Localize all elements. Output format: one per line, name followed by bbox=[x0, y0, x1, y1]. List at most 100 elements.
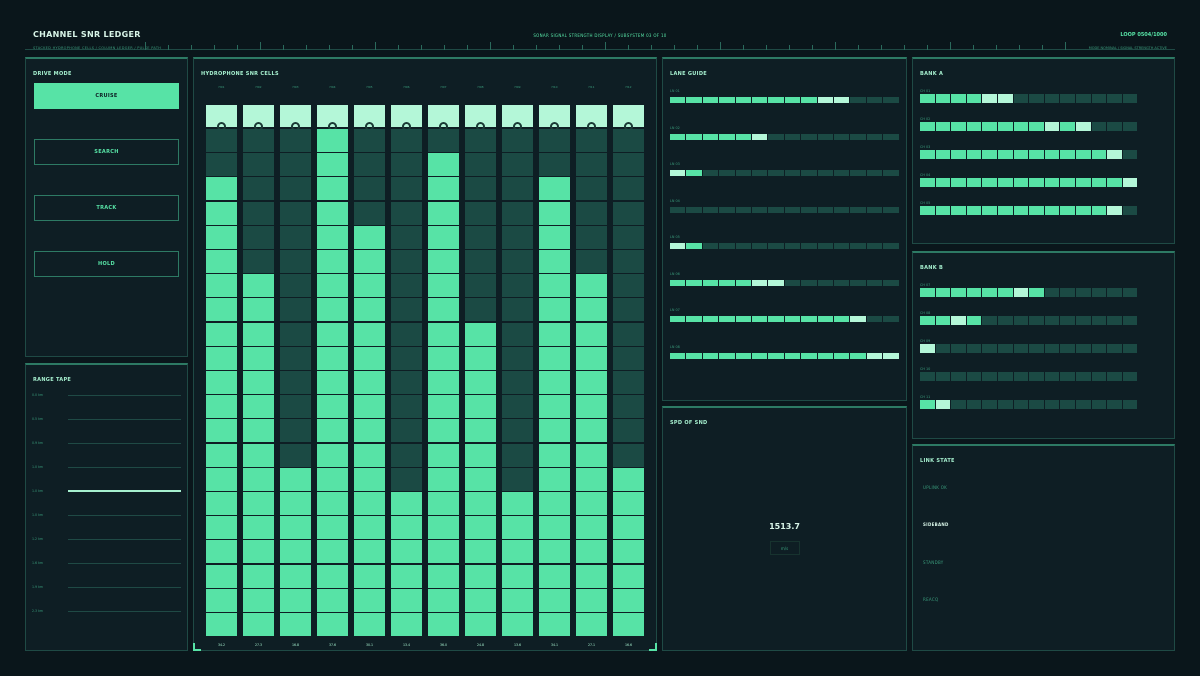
snr-cell bbox=[613, 419, 644, 443]
snr-cell bbox=[465, 322, 496, 346]
bank-segment bbox=[1044, 94, 1060, 103]
lane-segment bbox=[768, 279, 784, 286]
snr-cell bbox=[428, 467, 459, 491]
snr-cell bbox=[280, 153, 311, 177]
snr-cell bbox=[206, 492, 237, 515]
range-tape-line bbox=[68, 515, 181, 516]
lane-segment bbox=[752, 97, 768, 103]
lane-segment bbox=[850, 316, 866, 322]
lane-segment bbox=[801, 133, 817, 140]
bank-segment bbox=[1122, 206, 1138, 215]
bank-segment bbox=[935, 150, 951, 159]
range-tape-line bbox=[68, 611, 181, 612]
bank-segment bbox=[951, 344, 966, 353]
snr-cell bbox=[317, 346, 348, 370]
bank-segment bbox=[951, 178, 966, 187]
bank-segment bbox=[998, 400, 1013, 409]
bank-segment bbox=[982, 372, 997, 381]
link-item-reacq[interactable]: REACQ bbox=[923, 597, 938, 602]
mode-button-track[interactable]: TRACK bbox=[34, 195, 179, 221]
snr-cell bbox=[465, 516, 496, 540]
snr-cell bbox=[206, 129, 237, 152]
snr-cell bbox=[576, 129, 607, 152]
snr-cell bbox=[502, 540, 533, 564]
snr-cell bbox=[317, 371, 348, 394]
snr-cell bbox=[206, 443, 237, 467]
bank-segment bbox=[1029, 150, 1044, 159]
bank-segment bbox=[998, 344, 1013, 353]
link-item-standby[interactable]: STANDBY bbox=[923, 560, 944, 565]
snr-cell bbox=[280, 443, 311, 467]
bank-segment bbox=[1091, 122, 1107, 131]
snr-cell bbox=[428, 153, 459, 177]
ruler-tick bbox=[950, 42, 951, 50]
link-item-sideband[interactable]: SIDEBAND bbox=[923, 522, 949, 527]
link-item-uplink[interactable]: UPLINK OK bbox=[923, 485, 947, 490]
snr-cell bbox=[576, 492, 607, 515]
snr-cell bbox=[502, 588, 533, 612]
snr-cell bbox=[206, 540, 237, 564]
frame-corner bbox=[649, 643, 657, 651]
bank-row-label: CH 03 bbox=[920, 145, 931, 149]
bank-segment bbox=[966, 400, 982, 409]
bank-segment bbox=[1013, 150, 1029, 159]
snr-cell bbox=[391, 419, 422, 443]
snr-cell bbox=[502, 419, 533, 443]
snr-cell bbox=[428, 346, 459, 370]
panel-label: HYDROPHONE SNR CELLS bbox=[201, 71, 279, 77]
range-tape-panel: RANGE TAPE 0.0 km 0.5 km 0.9 km 1.0 km 1.0 k… bbox=[25, 363, 188, 651]
lane-segment bbox=[735, 133, 751, 140]
snr-cell bbox=[576, 298, 607, 322]
snr-cell bbox=[428, 298, 459, 322]
range-tape-line bbox=[68, 467, 181, 468]
snr-cell bbox=[280, 201, 311, 225]
ruler-tick bbox=[260, 42, 261, 50]
snr-cell bbox=[391, 322, 422, 346]
bank-segment bbox=[1107, 206, 1122, 215]
bank-segment bbox=[1060, 316, 1075, 325]
mode-button-cruise[interactable]: CRUISE bbox=[34, 83, 179, 109]
snr-cell bbox=[206, 250, 237, 273]
mode-button-hold[interactable]: HOLD bbox=[34, 251, 179, 277]
drive-mode-panel: DRIVE MODE CRUISE SEARCH TRACK HOLD bbox=[25, 57, 188, 357]
snr-cell bbox=[465, 492, 496, 515]
range-tape-label: 1.0 km bbox=[32, 513, 44, 517]
ruler-tick bbox=[191, 45, 192, 50]
range-tape-row: 1.6 km bbox=[32, 561, 182, 565]
snr-cell bbox=[317, 177, 348, 201]
panel-label: LANE GUIDE bbox=[670, 71, 707, 77]
bank-b-panel: BANK B CH 07 CH 08 CH 09 CH 10 CH 11 bbox=[912, 251, 1175, 439]
ruler-tick bbox=[421, 45, 422, 50]
lane-segment bbox=[883, 243, 899, 249]
lane-segment bbox=[883, 170, 899, 176]
snr-cell bbox=[539, 129, 570, 152]
snr-column-value: 30.1 bbox=[365, 643, 374, 647]
bank-segment bbox=[1044, 122, 1060, 131]
snr-cell bbox=[502, 129, 533, 152]
snr-column-value: 24.8 bbox=[476, 643, 485, 647]
snr-cell bbox=[354, 298, 385, 322]
bank-segment bbox=[966, 150, 982, 159]
snr-cell bbox=[539, 564, 570, 588]
lane-segment bbox=[801, 243, 817, 249]
ruler-tick bbox=[329, 45, 330, 50]
mode-button-search[interactable]: SEARCH bbox=[34, 139, 179, 165]
lane-segment bbox=[768, 206, 784, 213]
bank-segment bbox=[1122, 288, 1138, 297]
range-tape-row: 0.0 km bbox=[32, 393, 182, 397]
lane-segment bbox=[735, 243, 751, 249]
system-caption: SONAR SIGNAL STRENGTH DISPLAY / SUBSYSTE… bbox=[533, 33, 667, 38]
snr-cell bbox=[613, 540, 644, 564]
ruler-tick bbox=[835, 42, 836, 50]
snr-cell bbox=[280, 274, 311, 298]
lane-segment bbox=[686, 279, 702, 286]
ruler-tick bbox=[444, 45, 445, 50]
sound-speed-unit: m/s bbox=[769, 541, 800, 555]
sound-speed-panel: SPD OF SND 1513.7 m/s bbox=[662, 406, 907, 651]
snr-cell bbox=[206, 225, 237, 249]
snr-cell bbox=[502, 153, 533, 177]
snr-cell bbox=[206, 346, 237, 370]
bank-row-label: CH 01 bbox=[920, 89, 931, 93]
snr-cell bbox=[317, 129, 348, 152]
snr-cell bbox=[502, 492, 533, 515]
